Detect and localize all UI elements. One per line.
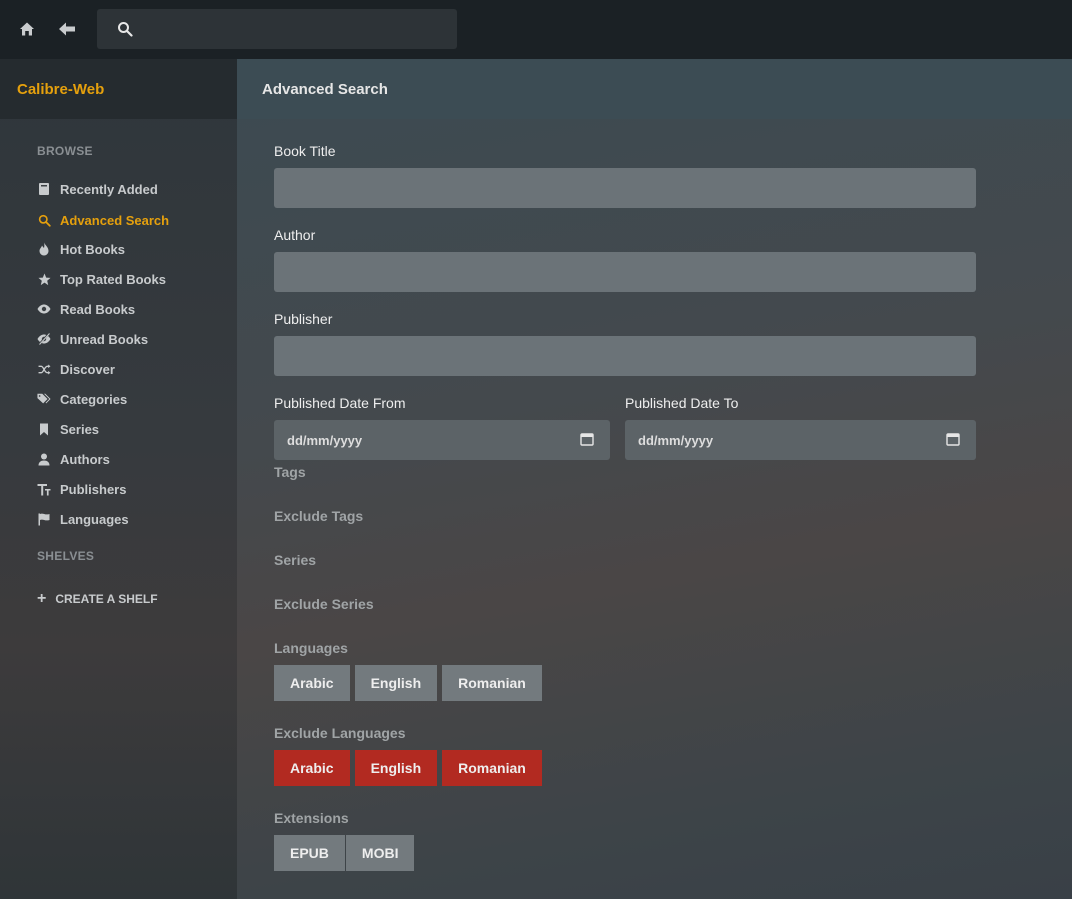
exclude-languages-button-group: Arabic English Romanian: [274, 750, 547, 786]
sidebar-item-label: Hot Books: [60, 241, 125, 257]
fire-icon: [37, 242, 51, 256]
exclude-language-romanian-button[interactable]: Romanian: [442, 750, 542, 786]
extensions-button-group: EPUB MOBI: [274, 835, 419, 871]
star-icon: [37, 272, 51, 286]
sidebar-item-label: Authors: [60, 451, 110, 467]
sidebar-item-publishers[interactable]: Publishers: [37, 479, 126, 499]
sidebar-item-label: Advanced Search: [60, 212, 170, 228]
extension-epub-button[interactable]: EPUB: [274, 835, 345, 871]
home-icon[interactable]: [16, 18, 38, 40]
browse-section-title: BROWSE: [37, 144, 93, 158]
book-icon: [37, 182, 51, 196]
exclude-tags-label: Exclude Tags: [274, 508, 364, 524]
sidebar-item-languages[interactable]: Languages: [37, 509, 129, 529]
search-input[interactable]: [143, 9, 457, 49]
sidebar-item-label: Series: [60, 421, 100, 437]
sidebar-item-discover[interactable]: Discover: [37, 359, 115, 379]
sidebar-item-label: Categories: [60, 391, 128, 407]
sidebar-item-unread-books[interactable]: Unread Books: [37, 329, 148, 349]
book-title-label: Book Title: [274, 143, 336, 159]
author-label: Author: [274, 227, 316, 243]
tags-label: Tags: [274, 464, 306, 480]
date-to-value: dd/mm/yyyy: [638, 432, 714, 448]
calendar-icon[interactable]: [580, 432, 594, 449]
eye-slash-icon: [37, 332, 51, 346]
sidebar-item-series[interactable]: Series: [37, 419, 99, 439]
date-from-value: dd/mm/yyyy: [287, 432, 363, 448]
published-date-to-label: Published Date To: [625, 395, 739, 411]
extension-mobi-button[interactable]: MOBI: [345, 835, 415, 871]
sidebar-item-label: Publishers: [60, 481, 127, 497]
top-bar: [0, 0, 1072, 59]
book-title-input[interactable]: [274, 168, 976, 208]
sidebar-item-hot-books[interactable]: Hot Books: [37, 239, 125, 259]
sidebar-item-recently-added[interactable]: Recently Added: [37, 179, 158, 199]
flag-icon: [37, 512, 51, 526]
exclude-languages-label: Exclude Languages: [274, 725, 406, 741]
user-icon: [37, 452, 51, 466]
brand-logo[interactable]: Calibre-Web: [0, 59, 237, 119]
exclude-language-english-button[interactable]: English: [354, 750, 438, 786]
language-english-button[interactable]: English: [354, 665, 438, 701]
published-date-from-label: Published Date From: [274, 395, 406, 411]
exclude-series-label: Exclude Series: [274, 596, 374, 612]
publisher-input[interactable]: [274, 336, 976, 376]
shuffle-icon: [37, 362, 51, 376]
sidebar: Calibre-Web BROWSE Recently Added Advanc…: [0, 59, 237, 899]
page-title: Advanced Search: [237, 59, 1072, 119]
text-size-icon: [37, 482, 51, 496]
eye-icon: [37, 302, 51, 316]
search-icon: [37, 213, 51, 227]
search-bar[interactable]: [97, 9, 457, 49]
published-date-from-input[interactable]: dd/mm/yyyy: [274, 420, 610, 460]
language-arabic-button[interactable]: Arabic: [274, 665, 350, 701]
languages-label: Languages: [274, 640, 348, 656]
sidebar-item-categories[interactable]: Categories: [37, 389, 127, 409]
plus-icon: +: [37, 590, 47, 607]
sidebar-item-label: Read Books: [60, 301, 136, 317]
sidebar-item-advanced-search[interactable]: Advanced Search: [37, 210, 169, 230]
search-icon: [117, 21, 133, 37]
shelves-section-title: SHELVES: [37, 549, 95, 563]
sidebar-item-read-books[interactable]: Read Books: [37, 299, 135, 319]
sidebar-item-label: Top Rated Books: [60, 271, 166, 287]
sidebar-item-label: Unread Books: [60, 331, 149, 347]
published-date-to-input[interactable]: dd/mm/yyyy: [625, 420, 976, 460]
author-input[interactable]: [274, 252, 976, 292]
sidebar-item-top-rated-books[interactable]: Top Rated Books: [37, 269, 166, 289]
create-shelf-label: CREATE A SHELF: [55, 592, 158, 606]
publisher-label: Publisher: [274, 311, 333, 327]
extensions-label: Extensions: [274, 810, 349, 826]
main-content: Advanced Search Book Title Author Publis…: [237, 59, 1072, 899]
sidebar-item-label: Discover: [60, 361, 115, 377]
calendar-icon[interactable]: [946, 432, 960, 449]
series-label: Series: [274, 552, 317, 568]
language-romanian-button[interactable]: Romanian: [442, 665, 542, 701]
create-shelf-button[interactable]: + CREATE A SHELF: [37, 590, 158, 608]
sidebar-item-label: Recently Added: [60, 181, 158, 197]
back-arrow-icon[interactable]: [56, 18, 78, 40]
languages-button-group: Arabic English Romanian: [274, 665, 547, 701]
bookmark-icon: [37, 422, 51, 436]
sidebar-item-label: Languages: [60, 511, 129, 527]
sidebar-item-authors[interactable]: Authors: [37, 449, 110, 469]
tags-icon: [37, 392, 51, 406]
exclude-language-arabic-button[interactable]: Arabic: [274, 750, 350, 786]
